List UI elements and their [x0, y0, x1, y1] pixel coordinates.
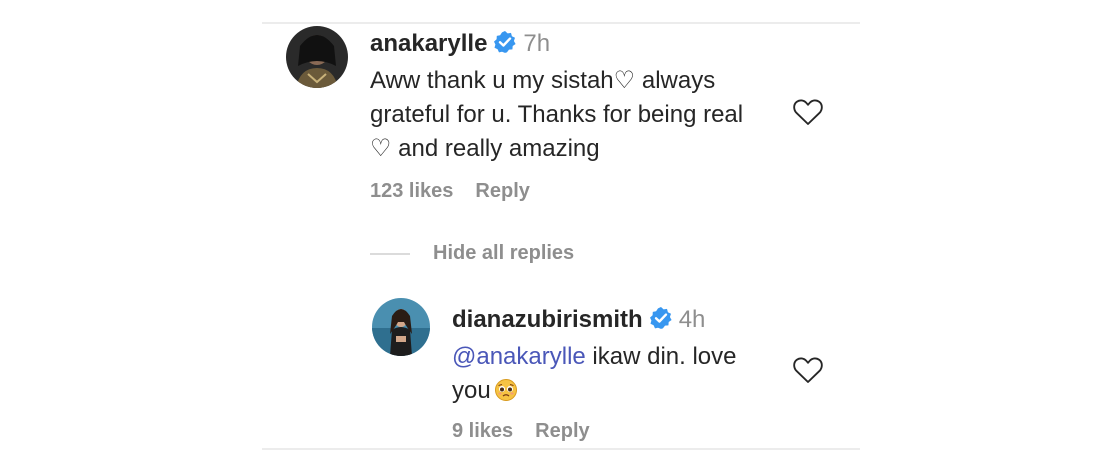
reply-line: you	[452, 374, 792, 412]
reply-text: ikaw din. love	[585, 343, 737, 370]
comment-username[interactable]: anakarylle	[370, 30, 487, 57]
reply-avatar-image	[372, 298, 430, 356]
reply-reply-button[interactable]: Reply	[535, 420, 589, 442]
mention-link[interactable]: @anakarylle	[452, 343, 586, 370]
verified-badge-icon	[493, 30, 517, 59]
avatar-image	[286, 26, 348, 88]
comment-body: Aww thank u my sistah♡ always grateful f…	[370, 64, 810, 166]
comment-reply-button[interactable]: Reply	[475, 180, 529, 202]
comment-meta: 123 likes Reply	[370, 180, 530, 203]
reply-avatar[interactable]	[372, 298, 430, 356]
comment-time[interactable]: 7h	[523, 30, 550, 57]
reply-likes[interactable]: 9 likes	[452, 420, 513, 442]
reply-username[interactable]: dianazubirismith	[452, 306, 643, 333]
reply-line: @anakarylle ikaw din. love	[452, 340, 792, 374]
reply-meta: 9 likes Reply	[452, 420, 590, 443]
comment-line: Aww thank u my sistah♡ always	[370, 67, 716, 94]
reply-time[interactable]: 4h	[679, 306, 706, 333]
hide-replies-button[interactable]: Hide all replies	[433, 242, 574, 265]
reply-text: you	[452, 377, 491, 404]
comment-likes[interactable]: 123 likes	[370, 180, 453, 202]
comments-panel: anakarylle 7h Aww thank u my sistah♡ alwa…	[262, 22, 860, 450]
like-reply-heart-icon[interactable]	[792, 355, 824, 390]
avatar[interactable]	[286, 26, 348, 88]
verified-badge-icon	[649, 306, 673, 335]
reply-body: @anakarylle ikaw din. love you	[452, 340, 792, 412]
like-comment-heart-icon[interactable]	[792, 97, 824, 132]
comment-line: grateful for u. Thanks for being real	[370, 101, 744, 128]
comment-header: anakarylle 7h	[370, 30, 550, 59]
reply-header: dianazubirismith 4h	[452, 306, 705, 335]
pleading-face-emoji-icon	[494, 378, 518, 412]
replies-divider	[370, 253, 410, 255]
comment-line: ♡ and really amazing	[370, 135, 600, 162]
